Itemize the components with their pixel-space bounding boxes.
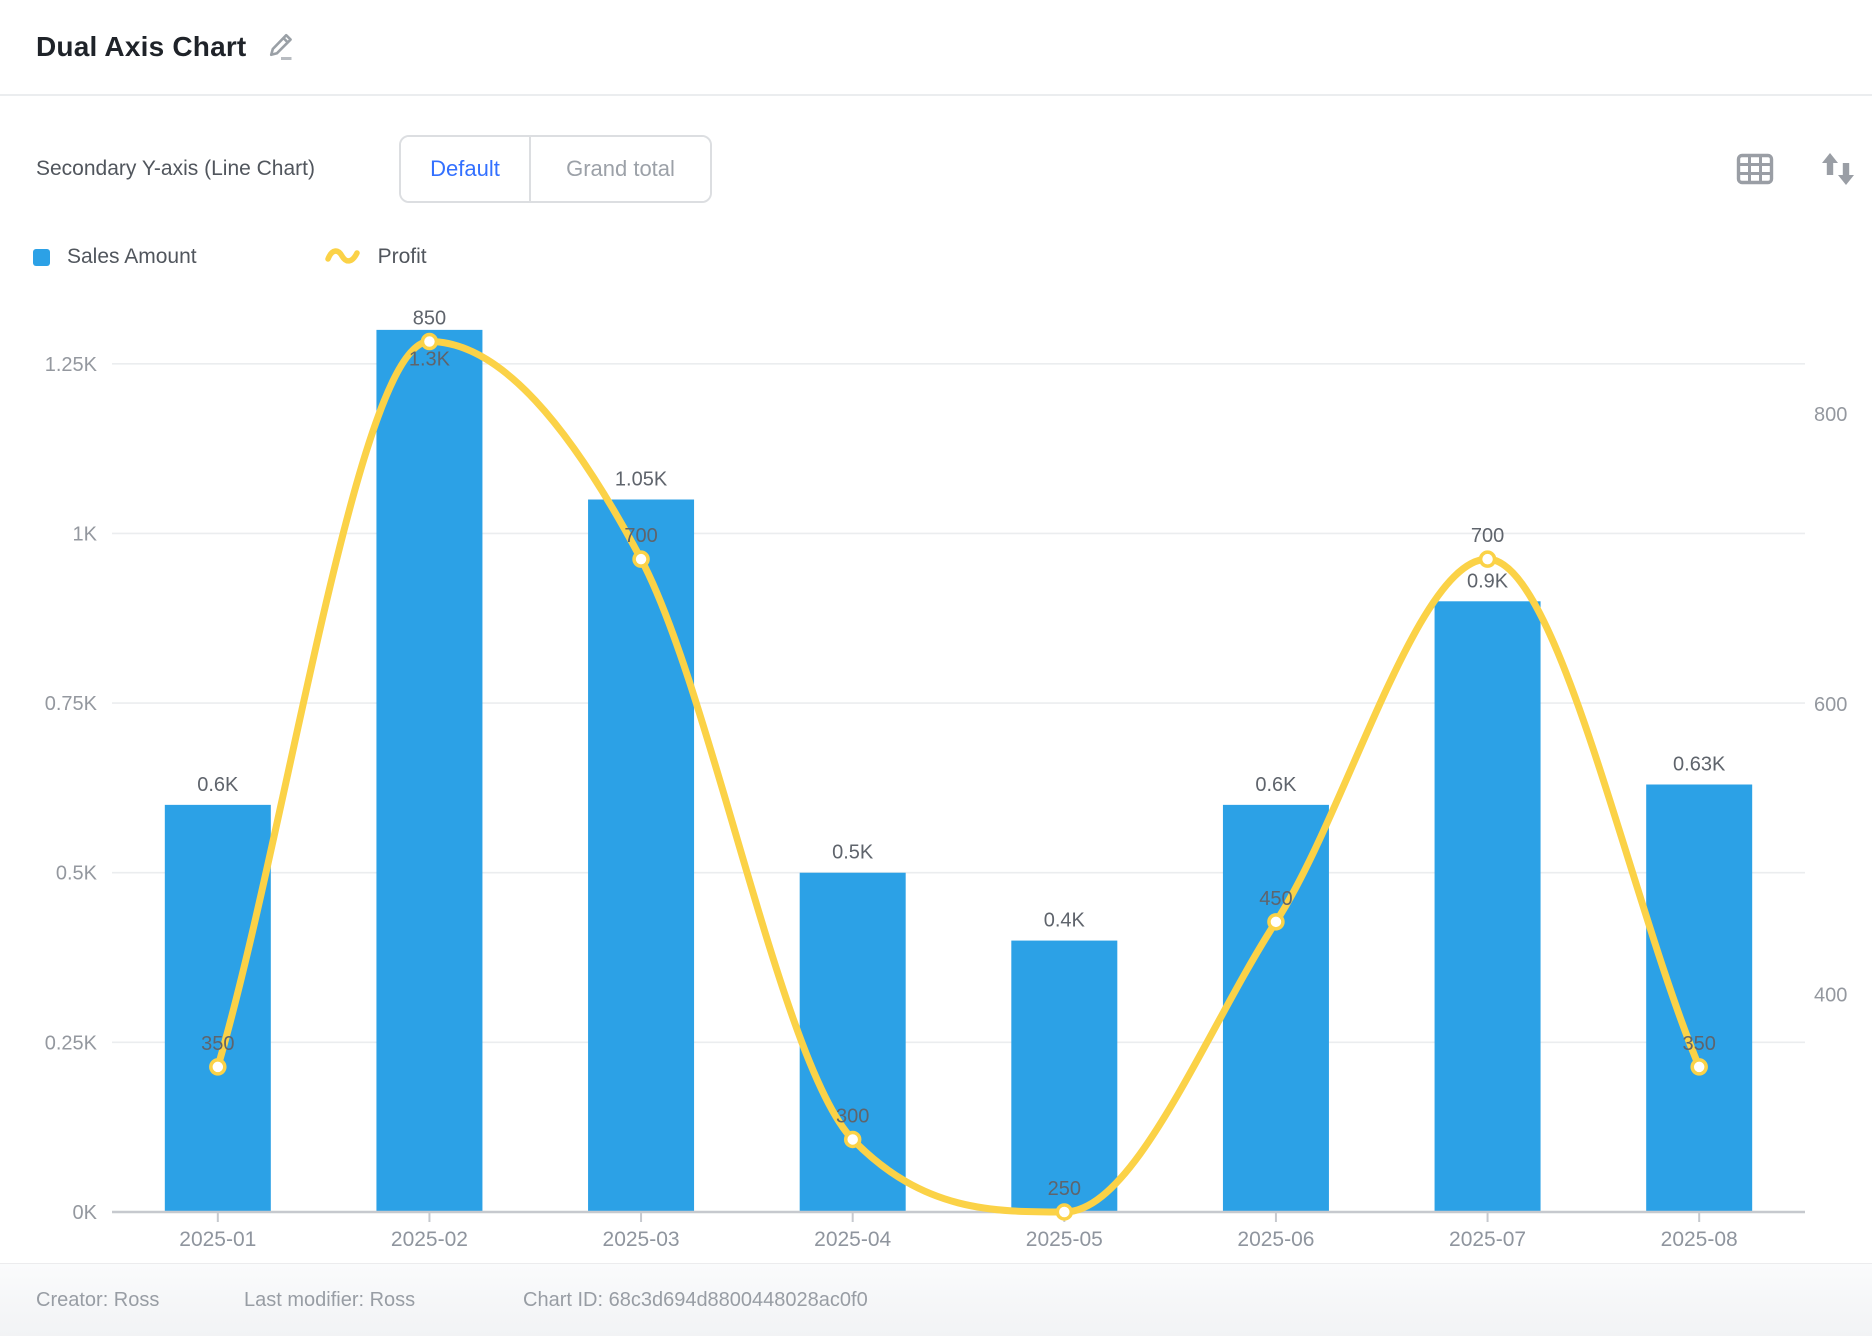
bar-swatch-icon bbox=[33, 249, 50, 266]
line-wave-icon bbox=[325, 245, 361, 269]
bar-2025-03[interactable] bbox=[588, 500, 694, 1211]
toolbar-icons bbox=[1736, 135, 1858, 203]
left-axis-tick-label: 0K bbox=[73, 1202, 98, 1224]
bar-2025-01[interactable] bbox=[165, 805, 271, 1211]
x-axis-label: 2025-02 bbox=[391, 1228, 468, 1251]
chart-id-text: Chart ID: 68c3d694d8800448028ac0f0 bbox=[523, 1289, 868, 1312]
bar-value-label: 0.6K bbox=[1255, 774, 1297, 796]
bar-2025-04[interactable] bbox=[800, 873, 906, 1211]
chart-footer: Creator: Ross Last modifier: Ross Chart … bbox=[0, 1263, 1872, 1336]
line-value-label: 700 bbox=[624, 525, 657, 547]
x-axis-label: 2025-03 bbox=[603, 1228, 680, 1251]
left-axis-tick-label: 1.25K bbox=[45, 354, 98, 376]
line-point-2025-01[interactable] bbox=[211, 1060, 225, 1074]
legend-label: Profit bbox=[378, 245, 427, 269]
line-value-label: 700 bbox=[1471, 525, 1504, 547]
line-value-label: 350 bbox=[201, 1033, 234, 1055]
line-value-label: 250 bbox=[1048, 1178, 1081, 1200]
line-point-2025-06[interactable] bbox=[1269, 915, 1283, 929]
bar-value-label: 0.4K bbox=[1044, 910, 1086, 932]
page-title: Dual Axis Chart bbox=[36, 31, 246, 63]
bar-2025-08[interactable] bbox=[1646, 785, 1752, 1211]
line-point-2025-03[interactable] bbox=[634, 552, 648, 566]
x-axis-label: 2025-06 bbox=[1237, 1228, 1314, 1251]
x-axis-label: 2025-08 bbox=[1661, 1228, 1738, 1251]
left-axis-tick-label: 0.25K bbox=[45, 1032, 98, 1054]
bar-value-label: 0.5K bbox=[832, 842, 874, 864]
bar-value-label: 1.05K bbox=[615, 469, 668, 491]
chart-header: Dual Axis Chart bbox=[0, 0, 1872, 96]
line-point-2025-04[interactable] bbox=[846, 1132, 860, 1146]
line-point-2025-05[interactable] bbox=[1057, 1205, 1071, 1219]
left-axis-tick-label: 1K bbox=[73, 523, 98, 545]
bar-2025-07[interactable] bbox=[1435, 601, 1541, 1211]
left-axis-tick-label: 0.5K bbox=[56, 863, 98, 885]
right-axis-tick-label: 400 bbox=[1814, 984, 1847, 1006]
swap-sort-icon[interactable] bbox=[1818, 151, 1858, 187]
line-value-label: 300 bbox=[836, 1105, 869, 1127]
legend-label: Sales Amount bbox=[67, 245, 197, 269]
last-modifier-text: Last modifier: Ross bbox=[244, 1289, 415, 1312]
bar-2025-02[interactable] bbox=[376, 330, 482, 1211]
right-axis-tick-label: 800 bbox=[1814, 404, 1847, 426]
line-point-2025-08[interactable] bbox=[1692, 1060, 1706, 1074]
segment-default[interactable]: Default bbox=[401, 137, 529, 201]
bar-value-label: 0.6K bbox=[197, 774, 239, 796]
bar-2025-05[interactable] bbox=[1011, 941, 1117, 1211]
line-value-label: 850 bbox=[413, 308, 446, 330]
x-axis-label: 2025-01 bbox=[179, 1228, 256, 1251]
bar-value-label: 0.63K bbox=[1673, 754, 1726, 776]
right-axis-tick-label: 600 bbox=[1814, 694, 1847, 716]
bar-value-label: 1.3K bbox=[409, 349, 451, 371]
x-axis-label: 2025-07 bbox=[1449, 1228, 1526, 1251]
secondary-axis-label: Secondary Y-axis (Line Chart) bbox=[36, 135, 315, 203]
segment-grand-total[interactable]: Grand total bbox=[529, 137, 710, 201]
edit-pencil-icon[interactable] bbox=[262, 30, 296, 64]
left-axis-tick-label: 0.75K bbox=[45, 693, 98, 715]
secondary-axis-segmented-control: Default Grand total bbox=[399, 135, 712, 203]
legend-item-sales-amount[interactable]: Sales Amount bbox=[33, 245, 197, 269]
legend-item-profit[interactable]: Profit bbox=[325, 245, 427, 269]
line-point-2025-07[interactable] bbox=[1481, 552, 1495, 566]
line-point-2025-02[interactable] bbox=[422, 335, 436, 349]
table-view-icon[interactable] bbox=[1736, 152, 1774, 186]
creator-text: Creator: Ross bbox=[36, 1289, 159, 1312]
chart-legend: Sales Amount Profit bbox=[33, 240, 427, 274]
x-axis-label: 2025-05 bbox=[1026, 1228, 1103, 1251]
line-value-label: 350 bbox=[1683, 1033, 1716, 1055]
bar-2025-06[interactable] bbox=[1223, 805, 1329, 1211]
bar-value-label: 0.9K bbox=[1467, 570, 1509, 592]
line-value-label: 450 bbox=[1259, 888, 1292, 910]
x-axis-label: 2025-04 bbox=[814, 1228, 891, 1251]
